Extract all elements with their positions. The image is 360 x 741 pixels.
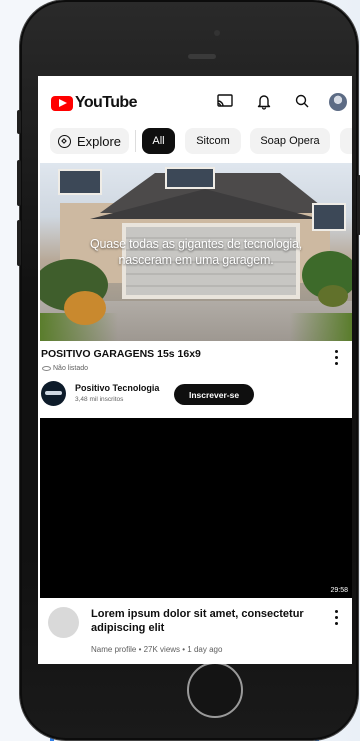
youtube-play-icon — [51, 95, 73, 111]
youtube-logo[interactable]: YouTube — [51, 94, 137, 112]
overlay-line-1: Quase todas as gigantes de tecnologia, — [90, 237, 302, 251]
thumbnail-bush — [64, 291, 106, 325]
chip-soap-opera[interactable]: Soap Opera — [250, 128, 330, 154]
logo-text: YouTube — [75, 94, 137, 111]
visibility-label: Não listado — [53, 365, 89, 372]
video2-more-icon[interactable] — [333, 610, 339, 626]
channel-subscribers: 3,48 mil inscritos — [75, 396, 124, 403]
chip-explore[interactable]: Explore — [50, 128, 129, 154]
video2-duration: 29:58 — [328, 586, 350, 595]
video2-title[interactable]: Lorem ipsum dolor sit amet, consectetur … — [91, 607, 321, 635]
earpiece-speaker — [188, 54, 216, 59]
thumbnail-window — [312, 203, 346, 231]
account-avatar[interactable] — [329, 93, 347, 111]
video2-meta: Name profile • 27K views • 1 day ago — [91, 645, 223, 654]
video2-thumbnail[interactable]: 29:58 — [40, 418, 352, 598]
unlisted-icon — [42, 366, 51, 371]
chip-divider — [135, 130, 136, 152]
channel-avatar[interactable] — [41, 381, 66, 406]
phone-screen: YouTube Explore All Sitcom Soap Opera N — [38, 76, 352, 664]
chip-sitcom[interactable]: Sitcom — [185, 128, 241, 154]
thumbnail-window — [58, 169, 102, 195]
thumbnail-bush — [318, 285, 348, 307]
video2-channel-avatar[interactable] — [48, 607, 79, 638]
home-button[interactable] — [187, 662, 243, 718]
video1-more-icon[interactable] — [333, 350, 339, 366]
cast-icon[interactable] — [216, 92, 234, 110]
search-icon[interactable] — [293, 92, 311, 110]
chip-next[interactable]: N — [340, 128, 352, 154]
phone-volume-down — [17, 220, 21, 266]
overlay-line-2: nasceram em uma garagem. — [118, 253, 274, 267]
phone-volume-up — [17, 160, 21, 206]
thumbnail-overlay-text: Quase todas as gigantes de tecnologia, n… — [40, 236, 352, 268]
thumbnail-window — [165, 167, 215, 189]
subscribe-button[interactable]: Inscrever-se — [174, 384, 254, 405]
chip-all[interactable]: All — [142, 128, 175, 154]
app-header: YouTube — [38, 76, 352, 126]
front-camera — [214, 30, 220, 36]
bell-icon[interactable] — [255, 92, 273, 110]
compass-icon — [57, 134, 71, 148]
video1-thumbnail[interactable]: Quase todas as gigantes de tecnologia, n… — [40, 163, 352, 341]
channel-name[interactable]: Positivo Tecnologia — [75, 383, 159, 393]
video1-title[interactable]: POSITIVO GARAGENS 15s 16x9 — [41, 348, 321, 360]
category-chips: Explore All Sitcom Soap Opera N — [50, 128, 352, 158]
video1-visibility: Não listado — [42, 365, 88, 372]
chip-explore-label: Explore — [76, 133, 122, 149]
phone-mute-switch — [17, 110, 21, 134]
